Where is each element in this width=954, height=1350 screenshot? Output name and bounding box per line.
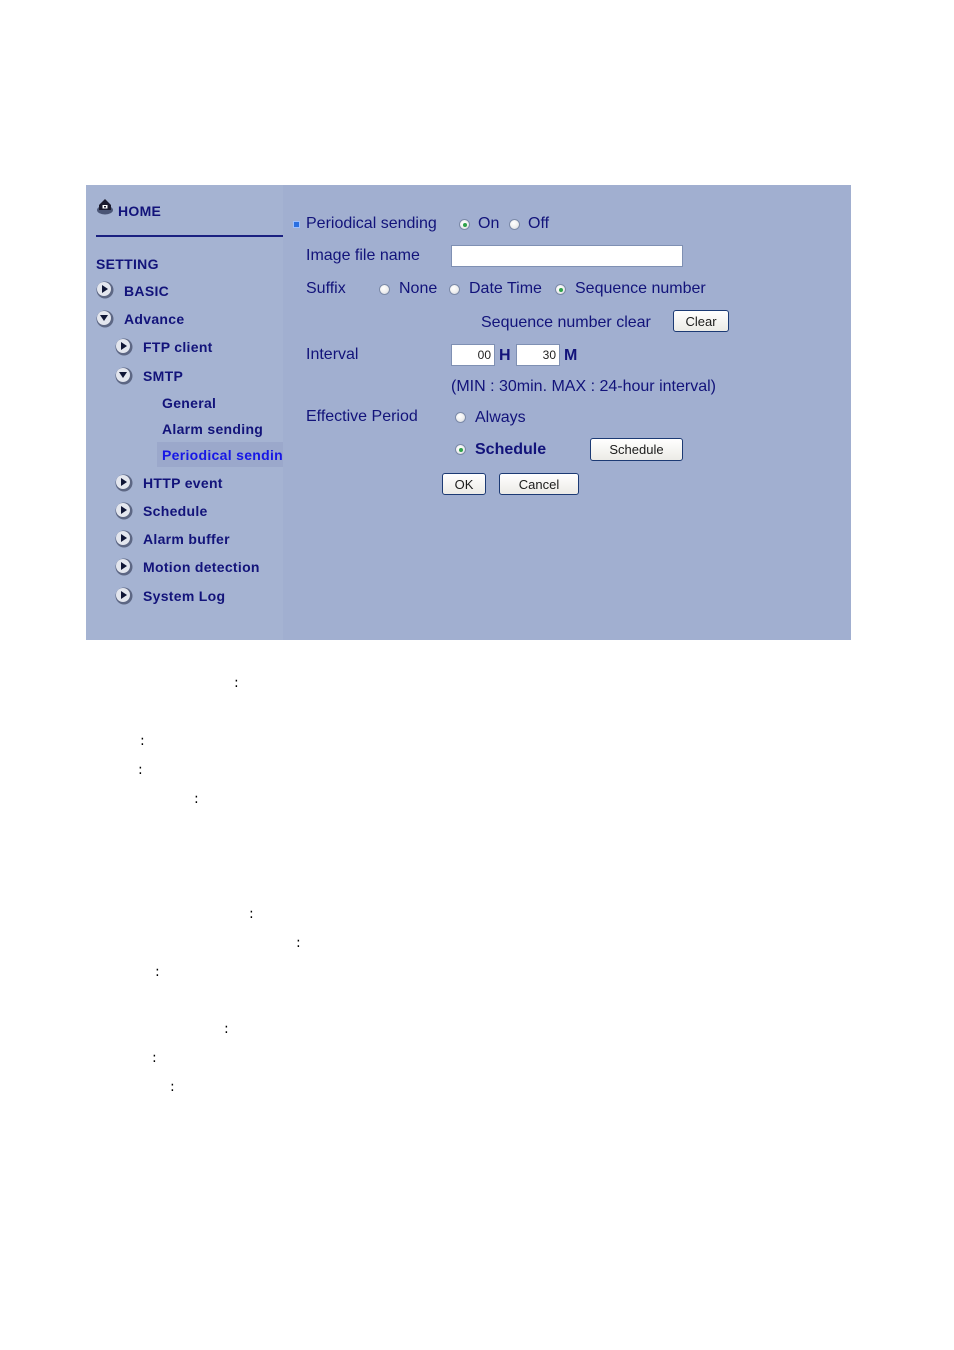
periodical-off-label[interactable]: Off xyxy=(528,215,549,233)
periodical-on-radio[interactable] xyxy=(459,219,470,230)
periodical-off-radio[interactable] xyxy=(509,219,520,230)
sidebar-setting-heading: SETTING xyxy=(96,256,159,272)
effective-always-radio[interactable] xyxy=(455,412,466,423)
doc-colon: : xyxy=(224,1021,229,1037)
arrow-right-icon[interactable] xyxy=(115,502,133,520)
effective-period-label: Effective Period xyxy=(306,408,418,425)
periodical-sending-form: Periodical sending On Off Image file nam… xyxy=(283,185,851,640)
effective-schedule-label[interactable]: Schedule xyxy=(475,441,546,459)
clear-button[interactable]: Clear xyxy=(673,310,729,332)
effective-always-label[interactable]: Always xyxy=(475,409,526,427)
arrow-right-icon[interactable] xyxy=(115,338,133,356)
arrow-right-icon[interactable] xyxy=(115,530,133,548)
arrow-right-icon[interactable] xyxy=(115,587,133,605)
home-icon[interactable] xyxy=(96,197,114,215)
interval-minutes-input[interactable] xyxy=(516,344,560,366)
doc-colon: : xyxy=(194,791,199,807)
suffix-datetime-label[interactable]: Date Time xyxy=(469,280,542,298)
doc-colon: : xyxy=(138,762,143,778)
sidebar-item-alarm-buffer[interactable]: Alarm buffer xyxy=(143,531,230,547)
arrow-right-icon[interactable] xyxy=(96,281,114,299)
doc-colon: : xyxy=(140,733,145,749)
suffix-datetime-radio[interactable] xyxy=(449,284,460,295)
doc-colon: : xyxy=(155,964,160,980)
periodical-on-label[interactable]: On xyxy=(478,215,499,233)
sidebar-item-http-event[interactable]: HTTP event xyxy=(143,475,223,491)
suffix-label: Suffix xyxy=(306,280,346,297)
arrow-down-icon[interactable] xyxy=(115,367,133,385)
interval-hours-input[interactable] xyxy=(451,344,495,366)
doc-colon: : xyxy=(249,906,254,922)
periodical-sending-label: Periodical sending xyxy=(306,215,437,232)
sidebar-item-general[interactable]: General xyxy=(162,395,216,411)
sidebar-item-smtp[interactable]: SMTP xyxy=(143,368,183,384)
section-bullet-icon xyxy=(293,221,300,228)
sidebar-item-alarm-sending[interactable]: Alarm sending xyxy=(162,421,263,437)
sidebar-item-motion-detection[interactable]: Motion detection xyxy=(143,559,260,575)
sidebar-item-basic[interactable]: BASIC xyxy=(124,283,169,299)
doc-colon: : xyxy=(234,675,239,691)
minutes-unit-label: M xyxy=(564,347,578,364)
image-file-name-input[interactable] xyxy=(451,245,683,267)
doc-colon: : xyxy=(152,1050,157,1066)
suffix-none-radio[interactable] xyxy=(379,284,390,295)
camera-settings-panel: HOME SETTING BASIC Advance FTP client SM… xyxy=(86,185,851,640)
image-file-name-label: Image file name xyxy=(306,247,420,264)
suffix-sequence-label[interactable]: Sequence number xyxy=(575,280,706,298)
sidebar-item-periodical-sending[interactable]: Periodical sending xyxy=(162,447,283,463)
ok-button[interactable]: OK xyxy=(442,473,486,495)
schedule-button[interactable]: Schedule xyxy=(590,438,683,461)
cancel-button[interactable]: Cancel xyxy=(499,473,579,495)
sidebar-item-system-log[interactable]: System Log xyxy=(143,588,225,604)
sidebar-item-advance[interactable]: Advance xyxy=(124,311,184,327)
sidebar-divider xyxy=(96,235,283,237)
interval-label: Interval xyxy=(306,346,359,363)
sidebar-home-link[interactable]: HOME xyxy=(118,203,161,219)
hours-unit-label: H xyxy=(499,347,511,364)
doc-colon: : xyxy=(170,1079,175,1095)
sidebar-item-ftp-client[interactable]: FTP client xyxy=(143,339,213,355)
sequence-number-clear-label: Sequence number clear xyxy=(481,314,651,331)
arrow-right-icon[interactable] xyxy=(115,558,133,576)
arrow-down-icon[interactable] xyxy=(96,310,114,328)
effective-schedule-radio[interactable] xyxy=(455,444,466,455)
suffix-sequence-radio[interactable] xyxy=(555,284,566,295)
arrow-right-icon[interactable] xyxy=(115,474,133,492)
suffix-none-label[interactable]: None xyxy=(399,280,437,298)
sidebar-item-schedule[interactable]: Schedule xyxy=(143,503,208,519)
doc-colon: : xyxy=(296,935,301,951)
interval-note: (MIN : 30min. MAX : 24-hour interval) xyxy=(451,378,716,395)
sidebar: HOME SETTING BASIC Advance FTP client SM… xyxy=(86,185,283,640)
sidebar-item-periodical-sending-wrapper: Periodical sending xyxy=(157,442,283,467)
